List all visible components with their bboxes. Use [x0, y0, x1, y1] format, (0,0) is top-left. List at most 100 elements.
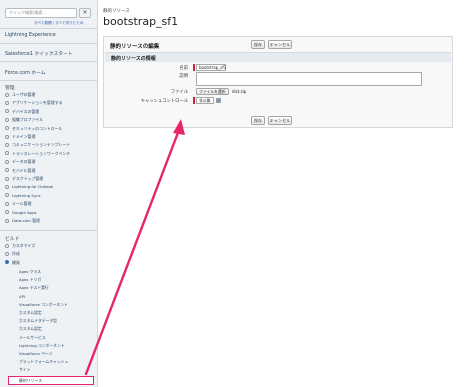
section-header: 静的リソースの情報 — [105, 52, 451, 62]
sidebar-divider — [0, 61, 97, 62]
sidebar-item-admin[interactable]: ドメイン管理 — [5, 133, 35, 140]
sidebar-item-label: ユーザの管理 — [12, 92, 36, 97]
expand-icon[interactable] — [5, 193, 9, 198]
sidebar-item-admin[interactable]: コミュニケーションテンプレート — [5, 141, 70, 148]
expand-icon[interactable] — [5, 126, 9, 131]
expand-icon[interactable] — [5, 184, 9, 189]
save-button-top[interactable]: 保存 — [251, 40, 265, 49]
info-icon[interactable] — [216, 98, 221, 103]
expand-icon[interactable] — [5, 251, 9, 256]
expand-icon[interactable] — [5, 168, 9, 173]
sidebar-subitem-develop[interactable]: API — [19, 293, 25, 300]
sidebar-divider — [0, 28, 97, 29]
expand-icon[interactable] — [5, 243, 9, 248]
expand-icon[interactable] — [5, 117, 9, 122]
sidebar-heading-build: ビルド — [5, 237, 20, 242]
expand-all-link[interactable]: すべて展開 — [34, 21, 52, 25]
sidebar-item-label: アプリケーションを管理する — [12, 100, 63, 106]
sidebar-item-label: データの管理 — [12, 159, 36, 165]
expand-icon[interactable] — [5, 210, 9, 215]
file-name: dist.zip — [232, 89, 247, 94]
sidebar-item-admin[interactable]: 組織プロファイル — [5, 116, 43, 123]
sidebar-subitem-develop[interactable]: サイト — [19, 366, 30, 373]
sidebar-divider — [0, 230, 97, 231]
expand-icon[interactable] — [5, 142, 9, 147]
sidebar-item-admin[interactable]: Lightning for Outlook — [5, 183, 53, 190]
sidebar-item-label: カスタマイズ — [12, 243, 36, 248]
quick-find-input[interactable]: クイック検索/検索... — [5, 8, 77, 18]
required-indicator — [193, 97, 195, 104]
sidebar-item-static-resources[interactable]: 静的リソース — [8, 376, 94, 385]
sidebar-subitem-develop[interactable]: カスタムメタデータ型 — [19, 317, 57, 324]
sidebar-item-build[interactable]: 作成 — [5, 250, 20, 257]
expand-icon[interactable] — [5, 92, 9, 97]
sidebar-item-label: Data.com 管理 — [12, 218, 40, 223]
sidebar-item-admin[interactable]: アプリケーションを管理する — [5, 99, 63, 106]
cache-control-label: キャッシュコントロール — [140, 99, 188, 104]
expand-icon[interactable] — [5, 134, 9, 139]
expand-icon[interactable] — [5, 109, 9, 114]
sidebar-item-admin[interactable]: モバイル管理 — [5, 167, 35, 174]
sidebar-subitem-develop[interactable]: Apex トリガ — [19, 276, 41, 283]
sidebar-item-label: コミュニケーションテンプレート — [12, 142, 71, 148]
sidebar-subitem-develop[interactable]: Visualforce ページ — [19, 350, 52, 357]
page-title: bootstrap_sf1 — [103, 15, 179, 28]
sidebar-item-build[interactable]: カスタマイズ — [5, 242, 35, 249]
sidebar-item-admin[interactable]: Data.com 管理 — [5, 217, 40, 224]
expand-icon[interactable] — [5, 159, 9, 164]
sidebar-item-label: トランスレーションワークベンチ — [12, 150, 71, 156]
sidebar-subitem-develop[interactable]: Apex テスト実行 — [19, 284, 49, 291]
sidebar-item-admin[interactable]: デバイスの管理 — [5, 108, 39, 115]
sidebar-item-label: 作成 — [12, 251, 20, 257]
sidebar-item-admin[interactable]: ユーザの管理 — [5, 91, 35, 98]
sidebar-item-label: Lightning Sync — [12, 192, 41, 198]
sidebar-link-lightning-experience[interactable]: Lightning Experience — [5, 33, 56, 38]
cancel-button-top[interactable]: キャンセル — [268, 40, 292, 49]
sidebar-item-admin[interactable]: トランスレーションワークベンチ — [5, 150, 70, 157]
sidebar-item-admin[interactable]: Google Apps — [5, 209, 37, 216]
sidebar-divider — [0, 43, 97, 44]
name-label: 名前 — [179, 66, 188, 71]
sidebar-subitem-develop[interactable]: Lightning コンポーネント — [19, 342, 65, 349]
cache-control-select[interactable]: 非公開 — [196, 97, 214, 104]
expand-icon[interactable] — [5, 176, 9, 181]
sidebar-item-build[interactable]: 開発 — [5, 259, 20, 266]
sidebar-item-admin[interactable]: メール管理 — [5, 200, 31, 207]
sidebar-item-admin[interactable]: セキュリティのコントロール — [5, 125, 62, 132]
sidebar-subitem-develop[interactable]: メールサービス — [19, 334, 46, 341]
sidebar-divider — [0, 80, 97, 81]
collapse-icon[interactable] — [5, 260, 9, 265]
description-label: 説明 — [179, 74, 188, 79]
sidebar-link-forcecom-home[interactable]: Force.com ホーム — [5, 69, 46, 76]
cancel-button-bottom[interactable]: キャンセル — [268, 116, 292, 125]
sidebar-subitem-develop[interactable]: Visualforce コンポーネント — [19, 301, 68, 308]
sidebar-item-admin[interactable]: データの管理 — [5, 158, 35, 165]
expand-icon[interactable] — [5, 218, 9, 223]
sidebar-item-label: デスクトップ管理 — [12, 176, 44, 181]
sidebar-item-label: メール管理 — [12, 201, 32, 207]
sidebar-item-label: セキュリティのコントロール — [12, 125, 63, 131]
save-button-bottom[interactable]: 保存 — [251, 116, 265, 125]
collapse-all-link[interactable]: すべて折りたたみ — [55, 21, 83, 25]
sidebar-item-admin[interactable]: Lightning Sync — [5, 192, 41, 199]
search-icon[interactable]: ✕ — [79, 8, 91, 18]
sidebar-item-label: 組織プロファイル — [12, 117, 44, 123]
expand-icon[interactable] — [5, 201, 9, 206]
expand-icon[interactable] — [5, 151, 9, 156]
sidebar-item-admin[interactable]: デスクトップ管理 — [5, 175, 43, 182]
sidebar-heading-admin: 管理 — [5, 86, 15, 91]
expand-collapse-links: すべて展開 | すべて折りたたみ — [34, 21, 84, 25]
breadcrumb: 静的リソース — [103, 9, 130, 14]
sidebar-link-salesforce1-quickstart[interactable]: Salesforce1 クイックスタート — [5, 50, 73, 57]
sidebar-subitem-develop[interactable]: カスタム設定 — [19, 325, 42, 332]
choose-file-button[interactable]: ファイルを選択 — [196, 88, 229, 95]
section-title: 静的リソースの情報 — [111, 56, 156, 62]
name-input[interactable]: bootstrap_sf1 — [196, 64, 226, 71]
description-textarea[interactable] — [196, 72, 422, 86]
sidebar-subitem-develop[interactable]: カスタム設定 — [19, 309, 42, 316]
sidebar-subitem-develop[interactable]: Apex クラス — [19, 268, 41, 275]
sidebar-subitem-develop[interactable]: プラットフォームキャッシュ — [19, 358, 68, 365]
edit-panel-title: 静的リソースの編集 — [110, 44, 160, 50]
edit-panel: 静的リソースの編集 保存 キャンセル 静的リソースの情報 名前 bootstra… — [103, 36, 453, 128]
expand-icon[interactable] — [5, 100, 9, 105]
